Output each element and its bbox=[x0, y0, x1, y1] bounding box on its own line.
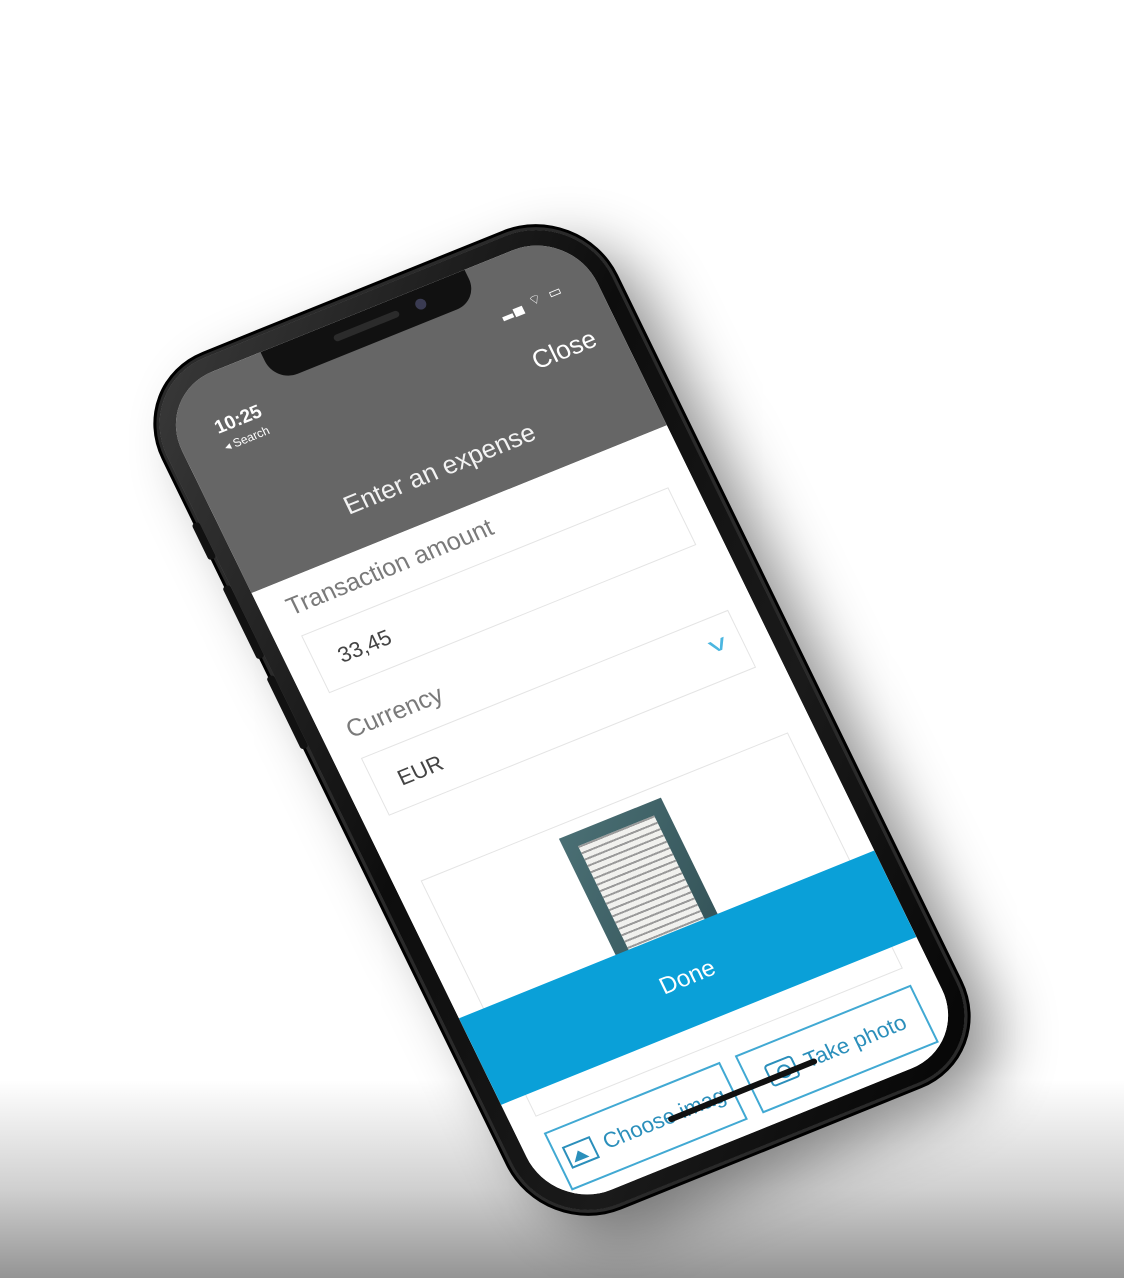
signal-wifi-battery-icon: ▂▄ ⌔ ▭ bbox=[496, 281, 566, 321]
chevron-down-icon: v bbox=[703, 629, 732, 659]
speaker bbox=[332, 309, 401, 343]
image-icon bbox=[561, 1135, 601, 1169]
silent-switch bbox=[191, 521, 217, 561]
notch bbox=[260, 269, 480, 383]
done-label: Done bbox=[654, 954, 720, 1001]
app-screen: 10:25 ◂ Search ▂▄ ⌔ ▭ Close Enter an exp… bbox=[154, 227, 970, 1213]
amount-value: 33,45 bbox=[333, 624, 396, 668]
choose-image-label: Choose imag bbox=[598, 1082, 730, 1154]
close-button[interactable]: Close bbox=[527, 323, 602, 376]
take-photo-label: Take photo bbox=[799, 1009, 911, 1073]
currency-value: EUR bbox=[393, 750, 448, 791]
front-camera bbox=[413, 297, 429, 312]
